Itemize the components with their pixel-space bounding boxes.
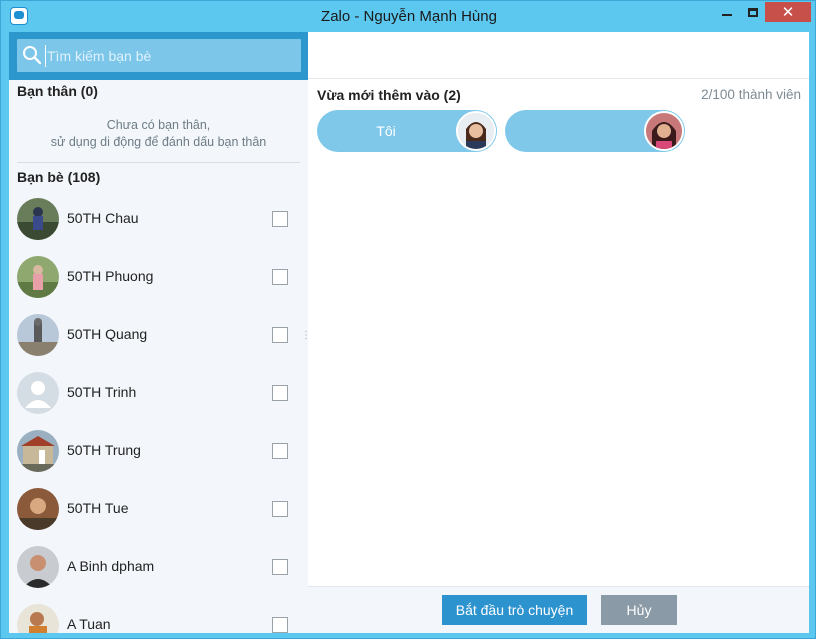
search-box[interactable] (17, 39, 301, 72)
minimize-button[interactable] (713, 2, 741, 22)
friend-name: A Tuan (67, 616, 111, 632)
friend-name: 50TH Trinh (67, 384, 137, 400)
divider (17, 162, 300, 163)
member-chip-self[interactable]: Tôi (317, 110, 497, 152)
member-count: 2/100 thành viên (701, 87, 801, 102)
friend-row[interactable]: 50TH Trinh (9, 365, 308, 423)
select-checkbox[interactable] (272, 385, 288, 401)
avatar (644, 111, 684, 151)
maximize-button[interactable] (739, 2, 767, 22)
select-checkbox[interactable] (272, 327, 288, 343)
select-checkbox[interactable] (272, 211, 288, 227)
friend-list: 50TH Chau 50TH Phuong 50TH Quang 50TH Tr… (9, 191, 308, 633)
select-checkbox[interactable] (272, 443, 288, 459)
friend-row[interactable]: 50TH Trung (9, 423, 308, 481)
title-bar[interactable]: Zalo - Nguyễn Mạnh Hùng ✕ (1, 1, 816, 32)
search-input[interactable] (45, 45, 295, 67)
select-checkbox[interactable] (272, 269, 288, 285)
search-icon (23, 46, 42, 65)
window-title: Zalo - Nguyễn Mạnh Hùng (321, 8, 497, 25)
friend-name: 50TH Quang (67, 326, 148, 342)
cancel-button[interactable]: Hủy (601, 595, 677, 625)
default-user-avatar (17, 372, 59, 414)
pane-resize-handle[interactable]: ⋮ (301, 331, 311, 348)
search-bar (9, 32, 308, 80)
best-friends-empty-note: Chưa có bạn thân, sử dụng di động để đán… (9, 117, 308, 151)
selected-members-pane: Vừa mới thêm vào (2) 2/100 thành viên Tô… (308, 79, 809, 586)
member-chip-label: Tôi (376, 123, 396, 139)
avatar (17, 604, 59, 633)
footer-bar: Bắt đầu trò chuyện Hủy (308, 586, 809, 633)
friend-name: 50TH Chau (67, 210, 139, 226)
avatar (17, 488, 59, 530)
friends-heading: Bạn bè (108) (17, 169, 101, 185)
friend-row[interactable]: A Binh dpham (9, 539, 308, 597)
friend-row[interactable]: 50TH Chau (9, 191, 308, 249)
avatar (17, 198, 59, 240)
empty-note-line: sử dụng di động để đánh dấu bạn thân (50, 135, 267, 149)
avatar (17, 314, 59, 356)
select-checkbox[interactable] (272, 559, 288, 575)
maximize-icon (748, 7, 758, 17)
select-checkbox[interactable] (272, 617, 288, 633)
best-friends-heading: Bạn thân (0) (17, 83, 98, 99)
avatar (456, 111, 496, 151)
friend-name: 50TH Phuong (67, 268, 154, 284)
friend-row[interactable]: 50TH Phuong (9, 249, 308, 307)
close-button[interactable]: ✕ (765, 2, 811, 22)
close-icon: ✕ (781, 3, 795, 21)
selected-header-area (308, 32, 809, 79)
empty-note-line: Chưa có bạn thân, (106, 118, 211, 132)
app-window: Zalo - Nguyễn Mạnh Hùng ✕ Bạn thân (0) C… (0, 0, 816, 639)
recent-added-heading: Vừa mới thêm vào (2) (317, 87, 461, 103)
minimize-icon (722, 14, 732, 16)
friend-name: A Binh dpham (67, 558, 155, 574)
friend-row[interactable]: 50TH Tue (9, 481, 308, 539)
friend-row[interactable]: A Tuan (9, 597, 308, 633)
avatar (17, 546, 59, 588)
avatar (17, 256, 59, 298)
member-chip-label (505, 110, 643, 152)
member-chip[interactable] (505, 110, 685, 152)
start-chat-button[interactable]: Bắt đầu trò chuyện (442, 595, 587, 625)
friend-row[interactable]: 50TH Quang (9, 307, 308, 365)
avatar (17, 430, 59, 472)
friend-name: 50TH Tue (67, 500, 129, 516)
select-checkbox[interactable] (272, 501, 288, 517)
friend-picker-pane: Bạn thân (0) Chưa có bạn thân, sử dụng d… (9, 32, 308, 633)
friend-name: 50TH Trung (67, 442, 141, 458)
